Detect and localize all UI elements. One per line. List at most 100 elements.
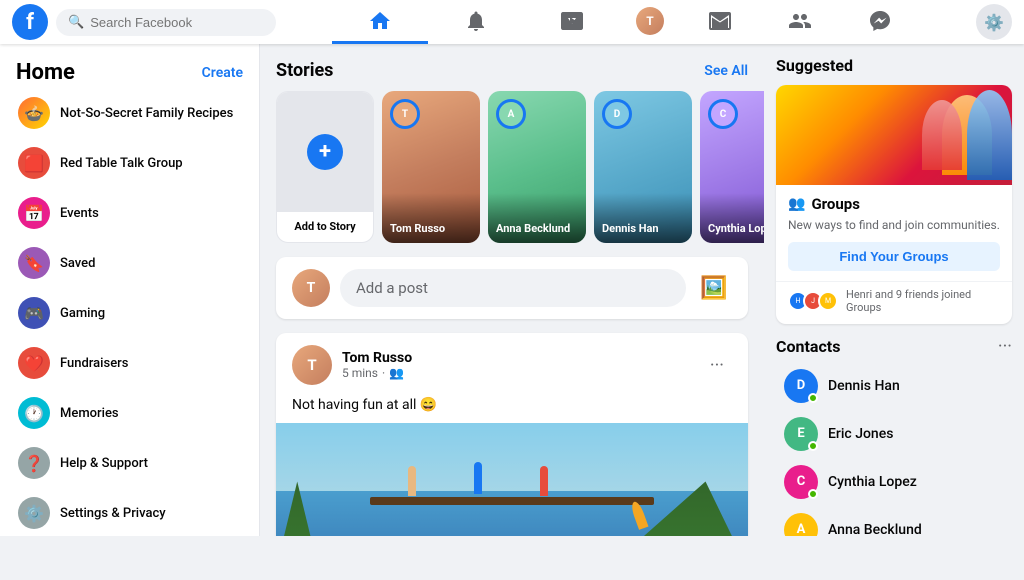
bell-icon bbox=[464, 9, 488, 33]
composer-placeholder: Add a post bbox=[356, 279, 428, 297]
sidebar-item-fundraisers[interactable]: ❤️ Fundraisers bbox=[8, 339, 251, 387]
post-avatar: T bbox=[292, 345, 332, 385]
home-icon bbox=[368, 9, 392, 33]
story-card-cynthia[interactable]: C Cynthia Lopez bbox=[700, 91, 764, 243]
sidebar-header: Home Create bbox=[8, 52, 251, 89]
main-layout: Home Create 🍲 Not-So-Secret Family Recip… bbox=[0, 44, 1024, 536]
composer-input[interactable]: Add a post bbox=[340, 269, 686, 307]
contact-name: Anna Becklund bbox=[828, 522, 922, 536]
sidebar-item-family-recipes[interactable]: 🍲 Not-So-Secret Family Recipes bbox=[8, 89, 251, 137]
gaming-icon: 🎮 bbox=[18, 297, 50, 329]
story-name-dennis: Dennis Han bbox=[602, 222, 659, 235]
post-composer: T Add a post 🖼️ bbox=[276, 257, 748, 319]
contacts-more-btn[interactable]: ··· bbox=[998, 336, 1012, 357]
post-time: 5 mins bbox=[342, 366, 378, 380]
nav-left: f 🔍 bbox=[12, 4, 276, 40]
story-card-tom[interactable]: T Tom Russo bbox=[382, 91, 480, 243]
contact-item-eric[interactable]: E Eric Jones bbox=[776, 411, 1012, 457]
stories-header: Stories See All bbox=[276, 60, 748, 81]
story-name-cynthia: Cynthia Lopez bbox=[708, 222, 764, 235]
composer-row: T Add a post 🖼️ bbox=[292, 269, 732, 307]
stories-section: Stories See All + Add to Story T Tom Rus… bbox=[276, 60, 748, 243]
sidebar-item-label: Events bbox=[60, 206, 99, 221]
nav-center: T bbox=[332, 0, 920, 44]
story-name-anna: Anna Becklund bbox=[496, 222, 570, 235]
groups-card-icon: 👥 bbox=[788, 196, 805, 212]
sidebar-item-label: Gaming bbox=[60, 306, 105, 321]
contact-item-cynthia[interactable]: C Cynthia Lopez bbox=[776, 459, 1012, 505]
facebook-logo[interactable]: f bbox=[12, 4, 48, 40]
groups-icon bbox=[788, 9, 812, 33]
sidebar-item-saved[interactable]: 🔖 Saved bbox=[8, 239, 251, 287]
story-card-anna[interactable]: A Anna Becklund bbox=[488, 91, 586, 243]
search-icon: 🔍 bbox=[68, 15, 84, 30]
sidebar-item-label: Help & Support bbox=[60, 456, 148, 471]
nav-store-btn[interactable] bbox=[680, 0, 760, 44]
feed-post: T Tom Russo 5 mins · 👥 ··· Not having fu… bbox=[276, 333, 748, 536]
contact-item-anna[interactable]: A Anna Becklund bbox=[776, 507, 1012, 536]
nav-bell-btn[interactable] bbox=[428, 0, 524, 44]
fundraisers-icon: ❤️ bbox=[18, 347, 50, 379]
sidebar-item-memories[interactable]: 🕐 Memories bbox=[8, 389, 251, 437]
composer-photo-btn[interactable]: 🖼️ bbox=[696, 270, 732, 306]
story-gradient bbox=[382, 193, 480, 243]
add-story-circle: + bbox=[307, 134, 343, 170]
composer-avatar: T bbox=[292, 269, 330, 307]
post-text: Not having fun at all 😄 bbox=[276, 393, 748, 423]
settings-btn[interactable]: ⚙️ bbox=[976, 4, 1012, 40]
top-nav: f 🔍 T ⚙️ bbox=[0, 0, 1024, 44]
groups-card-content: 👥 Groups New ways to find and join commu… bbox=[776, 185, 1012, 281]
contact-avatar-eric: E bbox=[784, 417, 818, 451]
settings-icon: ⚙️ bbox=[984, 13, 1004, 32]
family-recipes-icon: 🍲 bbox=[18, 97, 50, 129]
contact-avatar-cynthia: C bbox=[784, 465, 818, 499]
settings-sidebar-icon: ⚙️ bbox=[18, 497, 50, 529]
sidebar-title: Home bbox=[16, 60, 75, 85]
search-input[interactable] bbox=[90, 15, 264, 30]
nav-home-btn[interactable] bbox=[332, 0, 428, 44]
story-card-dennis[interactable]: D Dennis Han bbox=[594, 91, 692, 243]
nav-messenger-btn[interactable] bbox=[840, 0, 920, 44]
story-gradient bbox=[700, 193, 764, 243]
story-name-tom: Tom Russo bbox=[390, 222, 445, 235]
see-all-link[interactable]: See All bbox=[704, 63, 748, 79]
sidebar-item-help-support[interactable]: ❓ Help & Support bbox=[8, 439, 251, 487]
help-icon: ❓ bbox=[18, 447, 50, 479]
nav-groups-btn[interactable] bbox=[760, 0, 840, 44]
groups-card-image bbox=[776, 85, 1012, 185]
contact-avatar-anna: A bbox=[784, 513, 818, 536]
create-link[interactable]: Create bbox=[202, 65, 243, 81]
post-author-name[interactable]: Tom Russo bbox=[342, 350, 412, 366]
contact-name: Cynthia Lopez bbox=[828, 474, 917, 490]
main-feed: Stories See All + Add to Story T Tom Rus… bbox=[260, 44, 764, 536]
sidebar-item-label: Fundraisers bbox=[60, 356, 128, 371]
online-indicator bbox=[808, 489, 818, 499]
nav-right: ⚙️ bbox=[976, 4, 1012, 40]
find-groups-btn[interactable]: Find Your Groups bbox=[788, 242, 1000, 271]
sidebar-item-settings[interactable]: ⚙️ Settings & Privacy bbox=[8, 489, 251, 536]
post-image-dock bbox=[370, 497, 653, 505]
nav-profile-btn[interactable]: T bbox=[620, 0, 680, 44]
add-story-card[interactable]: + Add to Story bbox=[276, 91, 374, 243]
sidebar-item-events[interactable]: 📅 Events bbox=[8, 189, 251, 237]
groups-card-header: 👥 Groups bbox=[788, 195, 1000, 213]
stories-row: + Add to Story T Tom Russo A Anna Becklu… bbox=[276, 91, 748, 243]
sidebar: Home Create 🍲 Not-So-Secret Family Recip… bbox=[0, 44, 260, 536]
story-gradient bbox=[488, 193, 586, 243]
story-gradient bbox=[594, 193, 692, 243]
post-more-btn[interactable]: ··· bbox=[702, 351, 732, 380]
sidebar-item-red-table[interactable]: 🟥 Red Table Talk Group bbox=[8, 139, 251, 187]
story-avatar-tom: T bbox=[390, 99, 420, 129]
post-author-details: Tom Russo 5 mins · 👥 bbox=[342, 350, 412, 380]
post-privacy-icon: 👥 bbox=[389, 366, 404, 380]
post-author-info: T Tom Russo 5 mins · 👥 bbox=[292, 345, 412, 385]
nav-video-btn[interactable] bbox=[524, 0, 620, 44]
contact-name: Dennis Han bbox=[828, 378, 900, 394]
sidebar-item-label: Memories bbox=[60, 406, 119, 421]
contact-item-dennis[interactable]: D Dennis Han bbox=[776, 363, 1012, 409]
story-avatar-anna: A bbox=[496, 99, 526, 129]
contact-avatar-dennis: D bbox=[784, 369, 818, 403]
sidebar-item-label: Red Table Talk Group bbox=[60, 156, 183, 171]
sidebar-item-gaming[interactable]: 🎮 Gaming bbox=[8, 289, 251, 337]
search-box[interactable]: 🔍 bbox=[56, 9, 276, 36]
